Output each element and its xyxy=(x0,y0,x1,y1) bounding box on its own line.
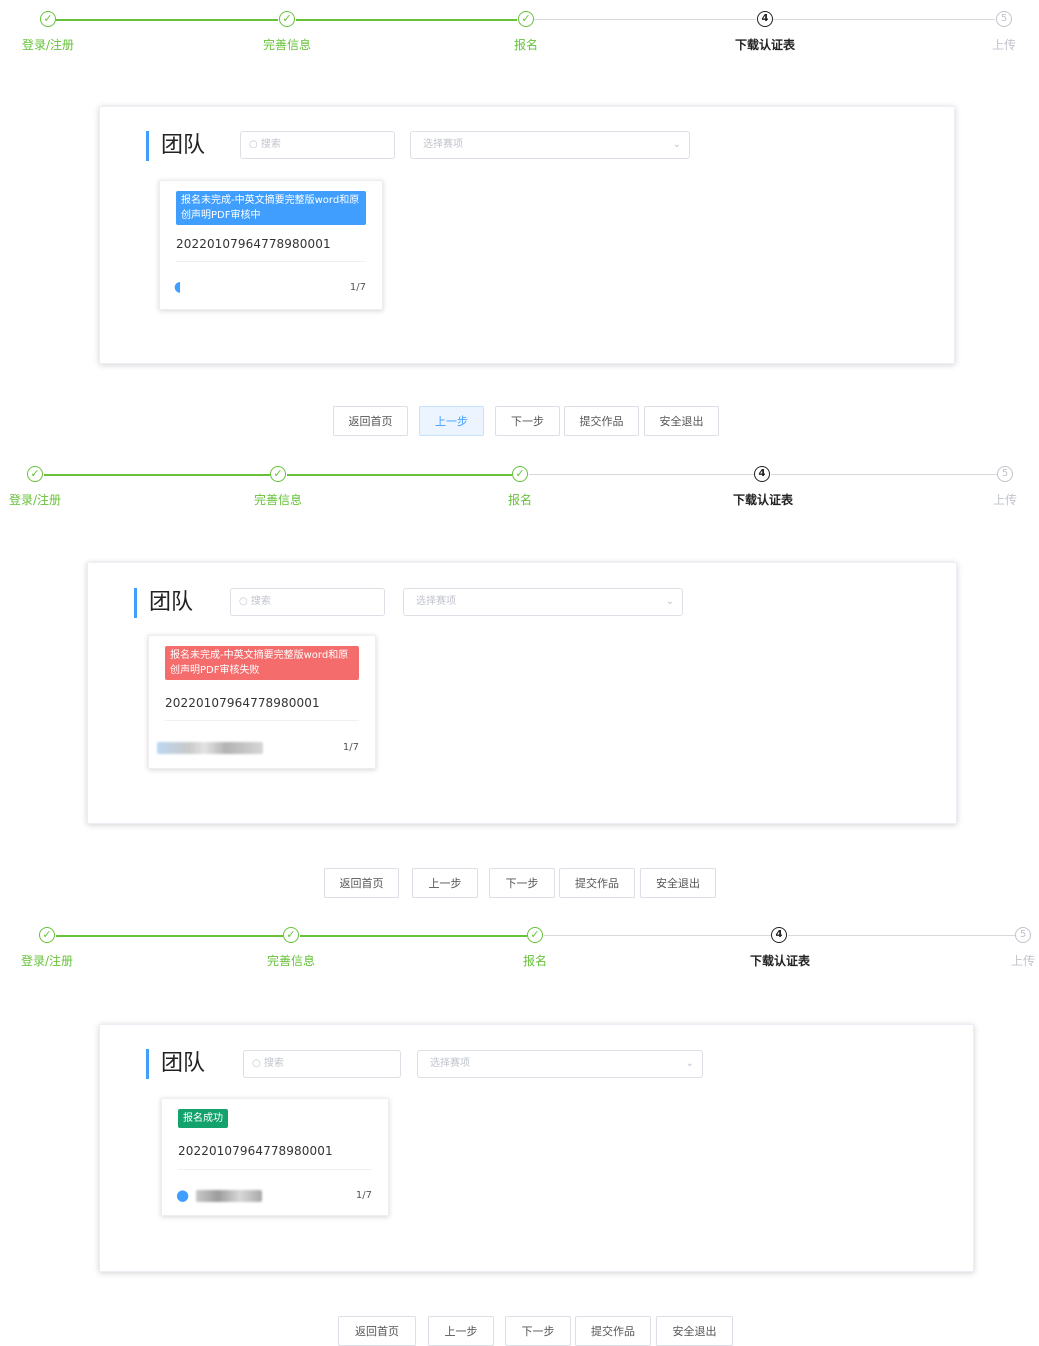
search-icon: ○ xyxy=(252,1058,264,1069)
prev-button[interactable]: 上一步 xyxy=(412,868,478,898)
page-count: 1/7 xyxy=(349,282,366,293)
step-label-profile: 完善信息 xyxy=(253,493,303,507)
home-button[interactable]: 返回首页 xyxy=(333,406,408,436)
check-icon: ✓ xyxy=(279,11,295,27)
next-button[interactable]: 下一步 xyxy=(489,868,555,898)
page-count: 1/7 xyxy=(342,742,359,753)
prev-button[interactable]: 上一步 xyxy=(419,406,484,436)
step-label-login: 登录/注册 xyxy=(8,493,62,507)
team-id: 20220107964778980001 xyxy=(165,696,320,710)
step-label-download: 下载认证表 xyxy=(734,38,796,52)
home-button[interactable]: 返回首页 xyxy=(324,868,399,898)
stepper: ✓ ✓ ✓ 4 5 登录/注册 完善信息 报名 下载认证表 上传 xyxy=(0,0,1039,60)
team-panel: 团队 ○ 搜索 选择赛项 ⌄ 报名成功 20220107964778980001 … xyxy=(99,1024,974,1272)
member-name-blurred xyxy=(196,1190,262,1202)
step-label-signup: 报名 xyxy=(507,493,533,507)
check-icon: ✓ xyxy=(518,11,534,27)
logout-button[interactable]: 安全退出 xyxy=(656,1316,733,1346)
step-label-download: 下载认证表 xyxy=(732,493,794,507)
team-id: 20220107964778980001 xyxy=(176,237,331,251)
step-number-icon: 5 xyxy=(1015,927,1031,943)
step-label-login: 登录/注册 xyxy=(21,38,75,52)
team-card[interactable]: 报名成功 20220107964778980001 ● 1/7 xyxy=(161,1098,389,1216)
submit-work-button[interactable]: 提交作品 xyxy=(559,868,635,898)
status-badge: 报名成功 xyxy=(178,1109,228,1128)
submit-work-button[interactable]: 提交作品 xyxy=(564,406,639,436)
stepper: ✓ ✓ ✓ 4 5 登录/注册 完善信息 报名 下载认证表 上传 xyxy=(0,916,1039,976)
step-label-profile: 完善信息 xyxy=(266,954,316,968)
search-input[interactable]: ○ 搜索 xyxy=(230,588,385,616)
check-icon: ✓ xyxy=(27,466,43,482)
screen-block-3: ✓ ✓ ✓ 4 5 登录/注册 完善信息 报名 下载认证表 上传 团队 ○ 搜索… xyxy=(0,916,1039,1346)
check-icon: ✓ xyxy=(40,11,56,27)
next-button[interactable]: 下一步 xyxy=(505,1316,571,1346)
team-panel: 团队 ○ 搜索 选择赛项 ⌄ 报名未完成-中英文摘要完整版word和原创声明PDF… xyxy=(99,106,955,364)
user-icon: ● xyxy=(176,1186,190,1204)
select-event[interactable]: 选择赛项 ⌄ xyxy=(403,588,683,616)
step-label-profile: 完善信息 xyxy=(262,38,312,52)
chevron-down-icon: ⌄ xyxy=(685,1058,694,1069)
logout-button[interactable]: 安全退出 xyxy=(644,406,719,436)
search-input[interactable]: ○ 搜索 xyxy=(240,131,395,159)
step-label-upload: 上传 xyxy=(991,38,1017,52)
team-card[interactable]: 报名未完成-中英文摘要完整版word和原创声明PDF审核中 2022010796… xyxy=(159,180,383,310)
user-icon: ◖ xyxy=(174,279,182,295)
search-icon: ○ xyxy=(249,139,261,150)
step-label-login: 登录/注册 xyxy=(20,954,74,968)
search-icon: ○ xyxy=(239,596,251,607)
team-card[interactable]: 报名未完成-中英文摘要完整版word和原创声明PDF审核失败 202201079… xyxy=(148,635,376,769)
select-event[interactable]: 选择赛项 ⌄ xyxy=(417,1050,703,1078)
chevron-down-icon: ⌄ xyxy=(665,596,674,607)
team-title: 团队 xyxy=(134,588,193,618)
submit-work-button[interactable]: 提交作品 xyxy=(575,1316,651,1346)
search-input[interactable]: ○ 搜索 xyxy=(243,1050,401,1078)
check-icon: ✓ xyxy=(270,466,286,482)
step-label-upload: 上传 xyxy=(1010,954,1036,968)
step-number-icon: 4 xyxy=(754,466,770,482)
step-number-icon: 5 xyxy=(996,11,1012,27)
step-label-signup: 报名 xyxy=(513,38,539,52)
step-label-download: 下载认证表 xyxy=(749,954,811,968)
step-number-icon: 4 xyxy=(771,927,787,943)
home-button[interactable]: 返回首页 xyxy=(338,1316,416,1346)
status-badge: 报名未完成-中英文摘要完整版word和原创声明PDF审核失败 xyxy=(165,646,359,680)
select-event[interactable]: 选择赛项 ⌄ xyxy=(410,131,690,159)
status-badge: 报名未完成-中英文摘要完整版word和原创声明PDF审核中 xyxy=(176,191,366,225)
check-icon: ✓ xyxy=(39,927,55,943)
step-number-icon: 5 xyxy=(997,466,1013,482)
step-label-signup: 报名 xyxy=(522,954,548,968)
next-button[interactable]: 下一步 xyxy=(495,406,560,436)
page-count: 1/7 xyxy=(355,1190,372,1201)
prev-button[interactable]: 上一步 xyxy=(428,1316,494,1346)
member-name-blurred xyxy=(157,742,263,754)
team-title: 团队 xyxy=(146,131,205,161)
chevron-down-icon: ⌄ xyxy=(672,139,681,150)
stepper: ✓ ✓ ✓ 4 5 登录/注册 完善信息 报名 下载认证表 上传 xyxy=(0,455,1039,515)
check-icon: ✓ xyxy=(527,927,543,943)
logout-button[interactable]: 安全退出 xyxy=(640,868,716,898)
team-id: 20220107964778980001 xyxy=(178,1144,333,1158)
screen-block-1: ✓ ✓ ✓ 4 5 登录/注册 完善信息 报名 下载认证表 上传 团队 ○ 搜索… xyxy=(0,0,1039,450)
step-label-upload: 上传 xyxy=(992,493,1018,507)
check-icon: ✓ xyxy=(512,466,528,482)
check-icon: ✓ xyxy=(283,927,299,943)
team-title: 团队 xyxy=(146,1049,205,1079)
screen-block-2: ✓ ✓ ✓ 4 5 登录/注册 完善信息 报名 下载认证表 上传 团队 ○ 搜索… xyxy=(0,455,1039,915)
step-number-icon: 4 xyxy=(757,11,773,27)
team-panel: 团队 ○ 搜索 选择赛项 ⌄ 报名未完成-中英文摘要完整版word和原创声明PDF… xyxy=(87,562,957,824)
